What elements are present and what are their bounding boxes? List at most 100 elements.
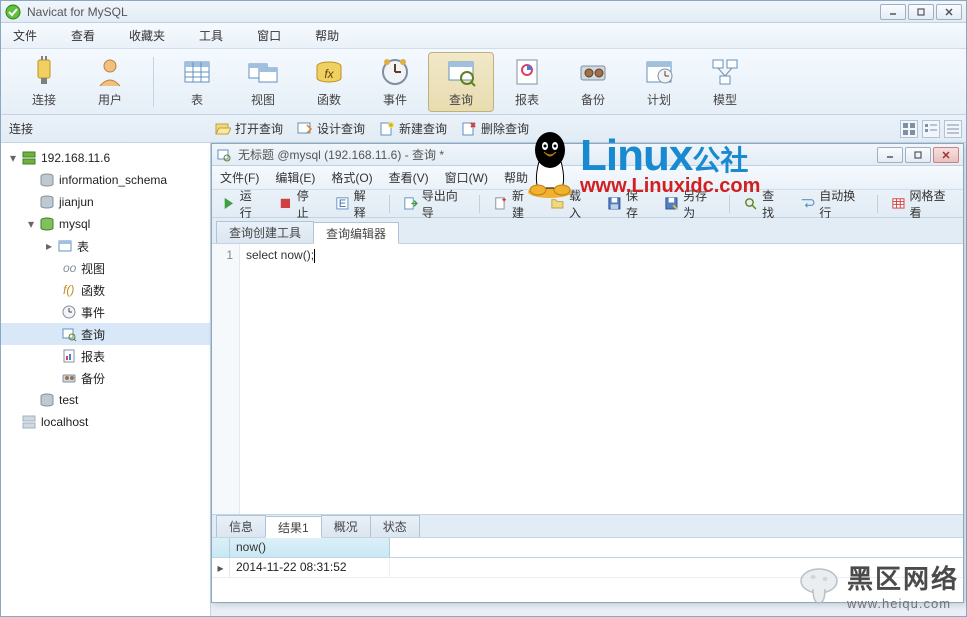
- query-menu-format[interactable]: 格式(O): [331, 169, 372, 186]
- maximize-button[interactable]: [908, 4, 934, 20]
- menu-help[interactable]: 帮助: [309, 23, 345, 48]
- spacer: [25, 394, 37, 406]
- stop-button[interactable]: 停止: [275, 185, 322, 223]
- tab-info[interactable]: 信息: [216, 515, 266, 537]
- open-query-button[interactable]: 打开查询: [215, 120, 283, 137]
- menu-tools[interactable]: 工具: [193, 23, 229, 48]
- mdi-minimize-button[interactable]: [877, 147, 903, 163]
- row-marker-header: [212, 538, 230, 557]
- explain-label: 解释: [354, 187, 376, 221]
- save-as-label: 另存为: [683, 187, 716, 221]
- run-button[interactable]: 运行: [218, 185, 265, 223]
- mdi-close-button[interactable]: [933, 147, 959, 163]
- sql-editor[interactable]: 1 select now();: [212, 244, 963, 514]
- menu-file[interactable]: 文件: [7, 23, 43, 48]
- tree-db-mysql[interactable]: ▾ mysql: [1, 213, 210, 235]
- tab-profile[interactable]: 概况: [321, 515, 371, 537]
- toolbar-view[interactable]: 视图: [230, 52, 296, 112]
- query-icon: [445, 56, 477, 88]
- expand-icon[interactable]: ▸: [43, 240, 55, 252]
- menu-window[interactable]: 窗口: [251, 23, 287, 48]
- tree-conn-192[interactable]: ▾ 192.168.11.6: [1, 147, 210, 169]
- result-cell[interactable]: 2014-11-22 08:31:52: [230, 558, 390, 577]
- load-button[interactable]: 载入: [547, 185, 594, 223]
- toolbar-function[interactable]: fx 函数: [296, 52, 362, 112]
- result-tabs: 信息 结果1 概况 状态: [212, 514, 963, 538]
- table-icon: [181, 56, 213, 88]
- plug-icon: [28, 56, 60, 88]
- new-query-button[interactable]: 新建查询: [379, 120, 447, 137]
- query-window-title: 无标题 @mysql (192.168.11.6) - 查询 *: [238, 146, 877, 163]
- query-menu-window[interactable]: 窗口(W): [445, 169, 488, 186]
- tree-mysql-reports[interactable]: 报表: [1, 345, 210, 367]
- design-query-button[interactable]: 设计查询: [297, 120, 365, 137]
- result-row[interactable]: ▸ 2014-11-22 08:31:52: [212, 558, 963, 578]
- wrap-button[interactable]: 自动换行: [797, 185, 866, 223]
- toolbar-event[interactable]: 事件: [362, 52, 428, 112]
- delete-query-button[interactable]: 删除查询: [461, 120, 529, 137]
- toolbar-report[interactable]: 报表: [494, 52, 560, 112]
- explain-button[interactable]: E 解释: [332, 185, 379, 223]
- toolbar-plan[interactable]: 计划: [626, 52, 692, 112]
- find-button[interactable]: 查找: [740, 185, 787, 223]
- tab-status[interactable]: 状态: [370, 515, 420, 537]
- tree-db-test[interactable]: test: [1, 389, 210, 411]
- tree-mysql-queries[interactable]: 查询: [1, 323, 210, 345]
- code-content[interactable]: select now();: [240, 244, 963, 514]
- view-icon: [247, 56, 279, 88]
- query-menu-file[interactable]: 文件(F): [220, 169, 259, 186]
- tab-query-builder[interactable]: 查询创建工具: [216, 221, 314, 243]
- tree-mysql-functions[interactable]: f() 函数: [1, 279, 210, 301]
- toolbar-model[interactable]: 模型: [692, 52, 758, 112]
- result-grid[interactable]: now() ▸ 2014-11-22 08:31:52: [212, 538, 963, 602]
- grid-view-button[interactable]: 网格查看: [888, 185, 957, 223]
- tree-db-jianjun[interactable]: jianjun: [1, 191, 210, 213]
- menu-favorites[interactable]: 收藏夹: [123, 23, 171, 48]
- database-icon: [39, 172, 55, 188]
- query-menu-view[interactable]: 查看(V): [389, 169, 429, 186]
- view-list-button[interactable]: [944, 120, 962, 138]
- toolbar-query[interactable]: 查询: [428, 52, 494, 112]
- connection-panel-label: 连接: [1, 120, 211, 137]
- export-icon: [403, 196, 418, 212]
- query-menu-help[interactable]: 帮助: [504, 169, 528, 186]
- toolbar-separator: [729, 195, 730, 213]
- tree-db-label: mysql: [59, 217, 90, 231]
- toolbar-table[interactable]: 表: [164, 52, 230, 112]
- tab-result1[interactable]: 结果1: [265, 516, 322, 538]
- server-icon: [21, 150, 37, 166]
- collapse-icon[interactable]: ▾: [7, 152, 19, 164]
- tree-db-information-schema[interactable]: information_schema: [1, 169, 210, 191]
- connection-tree[interactable]: ▾ 192.168.11.6 information_schema jianju…: [1, 143, 211, 616]
- view-grid-button[interactable]: [900, 120, 918, 138]
- tree-db-label: information_schema: [59, 173, 167, 187]
- query-title-bar: 无标题 @mysql (192.168.11.6) - 查询 *: [212, 144, 963, 166]
- toolbar-user[interactable]: 用户: [77, 52, 143, 112]
- menu-view[interactable]: 查看: [65, 23, 101, 48]
- user-icon: [94, 56, 126, 88]
- toolbar-backup[interactable]: 备份: [560, 52, 626, 112]
- tab-query-editor[interactable]: 查询编辑器: [313, 222, 399, 244]
- tree-mysql-events[interactable]: 事件: [1, 301, 210, 323]
- new-file-icon: [493, 196, 508, 212]
- tree-mysql-backups[interactable]: 备份: [1, 367, 210, 389]
- result-column-header[interactable]: now(): [230, 538, 390, 557]
- save-as-button[interactable]: 另存为: [661, 185, 719, 223]
- tree-mysql-views[interactable]: oo 视图: [1, 257, 210, 279]
- save-button[interactable]: 保存: [604, 185, 651, 223]
- toolbar-connect[interactable]: 连接: [11, 52, 77, 112]
- mdi-maximize-button[interactable]: [905, 147, 931, 163]
- tree-mysql-tables[interactable]: ▸ 表: [1, 235, 210, 257]
- mdi-area: 无标题 @mysql (192.168.11.6) - 查询 * 文件(F) 编…: [211, 143, 966, 616]
- minimize-button[interactable]: [880, 4, 906, 20]
- tree-conn-localhost[interactable]: localhost: [1, 411, 210, 433]
- play-icon: [221, 196, 236, 212]
- export-button[interactable]: 导出向导: [400, 185, 469, 223]
- close-button[interactable]: [936, 4, 962, 20]
- svg-text:f(): f(): [63, 283, 74, 297]
- collapse-icon[interactable]: ▾: [25, 218, 37, 230]
- query-toolbar: 运行 停止 E 解释 导出向导: [212, 190, 963, 218]
- new-button[interactable]: 新建: [490, 185, 537, 223]
- query-menu-edit[interactable]: 编辑(E): [275, 169, 315, 186]
- view-detail-button[interactable]: [922, 120, 940, 138]
